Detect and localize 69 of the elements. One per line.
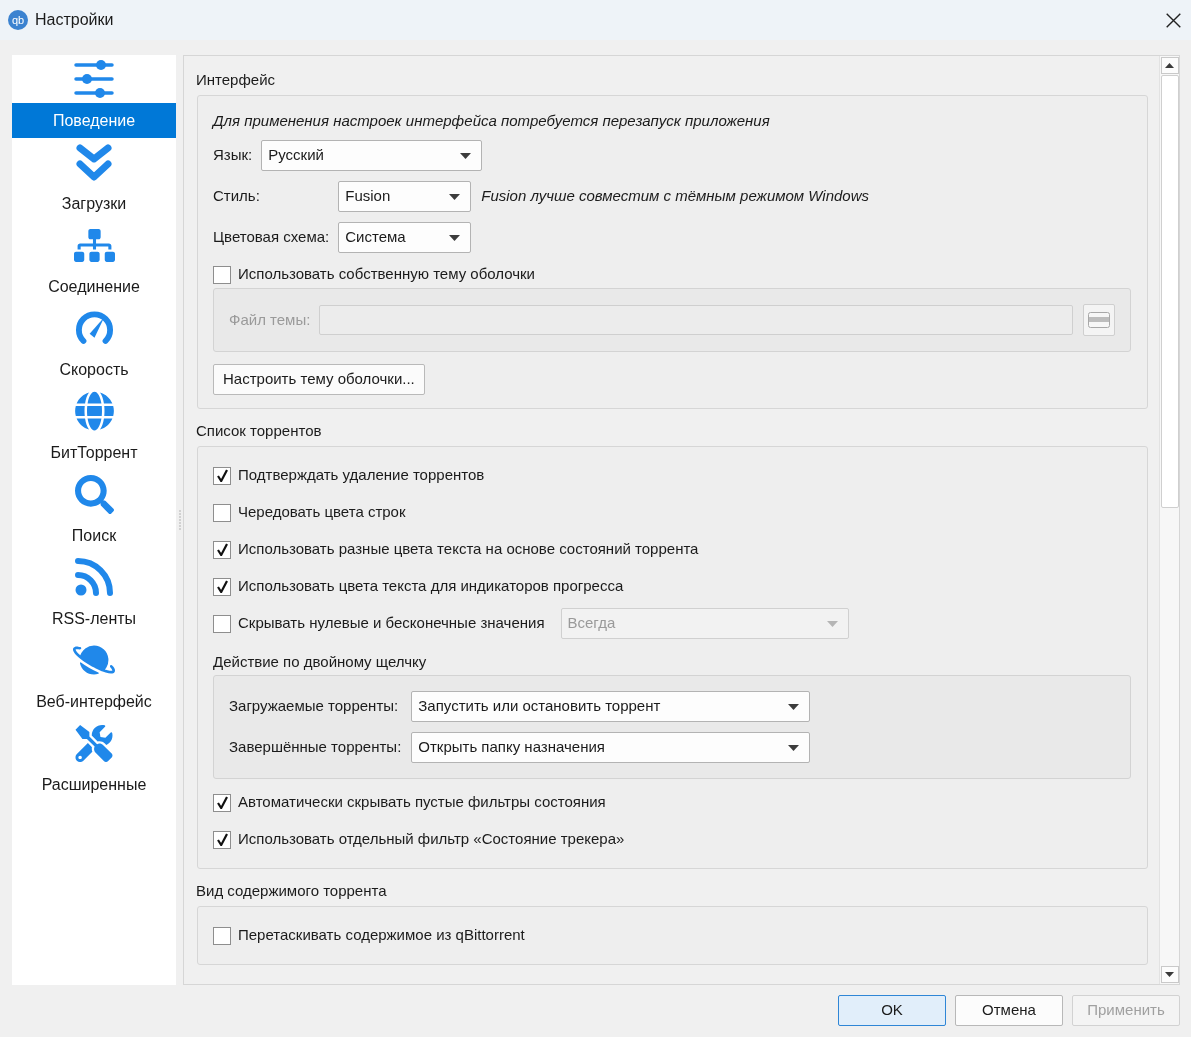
section-title: Интерфейс: [196, 70, 276, 90]
dialog-button[interactable]: OK: [838, 995, 946, 1026]
check-icon: [216, 796, 228, 809]
dropdown[interactable]: Система: [338, 222, 472, 253]
field-label: Завершённые торренты:: [229, 737, 402, 758]
dropdown[interactable]: Русский: [261, 140, 483, 171]
panel-icon: [1088, 312, 1110, 328]
browse-button[interactable]: [1083, 304, 1115, 336]
up-arrow-icon: [1165, 63, 1174, 68]
tools-icon: [74, 724, 114, 762]
check-icon: [216, 469, 228, 482]
checkbox-label: Скрывать нулевые и бесконечные значения: [238, 613, 545, 634]
sidebar-item[interactable]: Поведение: [12, 103, 176, 138]
field-label: Цветовая схема:: [213, 227, 330, 248]
field-label: Язык:: [213, 145, 253, 166]
caret-icon: [449, 234, 461, 241]
caret-icon: [788, 703, 800, 710]
hint-text: Fusion лучше совместим с тёмным режимом Windows: [481, 186, 869, 207]
caret-icon: [826, 620, 838, 627]
search-icon: [74, 474, 114, 514]
down-arrow-icon: [1165, 972, 1174, 977]
sliders-icon: [74, 60, 114, 98]
customize-button[interactable]: Настроить тему оболочки...: [213, 364, 425, 395]
scrollbar-thumb[interactable]: [1160, 75, 1179, 508]
checkbox-label: Использовать цвета текста для индикаторов прогресса: [238, 576, 624, 597]
window-title: Настройки: [35, 10, 114, 30]
check-icon: [216, 833, 228, 846]
checkbox-label: Чередовать цвета строк: [238, 502, 406, 523]
close-icon[interactable]: [1166, 12, 1181, 28]
dropdown[interactable]: Запустить или остановить торрент: [411, 691, 811, 722]
sitemap-icon: [73, 228, 115, 262]
caret-icon: [449, 193, 461, 200]
checkbox[interactable]: [213, 577, 231, 596]
globe-icon: [74, 391, 114, 431]
dialog-button[interactable]: Отмена: [955, 995, 1063, 1026]
checkbox-label: Перетаскивать содержимое из qBittorrent: [238, 925, 525, 946]
subsection-title: Действие по двойному щелчку: [213, 653, 428, 671]
dropdown[interactable]: Fusion: [338, 181, 472, 212]
checkbox-label: Использовать отдельный фильтр «Состояние трекера»: [238, 829, 625, 850]
double-chevron-icon: [76, 143, 112, 181]
gauge-icon: [74, 309, 114, 347]
dropdown[interactable]: Открыть папку назначения: [411, 732, 811, 763]
checkbox-label: Использовать собственную тему оболочки: [238, 264, 535, 285]
checkbox-label: Автоматически скрывать пустые фильтры состояния: [238, 792, 606, 813]
checkbox[interactable]: [213, 614, 231, 633]
checkbox[interactable]: [213, 540, 231, 559]
rss-icon: [74, 557, 114, 597]
checkbox-label: Использовать разные цвета текста на основе состояний торрента: [238, 539, 699, 560]
checkbox[interactable]: [213, 926, 231, 945]
checkbox[interactable]: [213, 503, 231, 522]
field-label: Файл темы:: [229, 309, 311, 330]
check-icon: [216, 543, 228, 556]
scroll-up-button[interactable]: [1160, 57, 1179, 74]
checkbox[interactable]: [213, 793, 231, 812]
caret-icon: [788, 744, 800, 751]
notice-text: Для применения настроек интерфейса потребуется перезапуск приложения: [213, 111, 771, 131]
app-logo: qb: [8, 10, 28, 30]
field-label: Стиль:: [213, 186, 261, 207]
caret-icon: [460, 152, 472, 159]
checkbox[interactable]: [213, 466, 231, 485]
scrollbar[interactable]: [1159, 56, 1179, 984]
checkbox[interactable]: [213, 830, 231, 849]
checkbox[interactable]: [213, 265, 231, 284]
scroll-down-button[interactable]: [1160, 966, 1179, 983]
section-title: Список торрентов: [196, 421, 323, 441]
field-label: Загружаемые торренты:: [229, 696, 400, 717]
check-icon: [216, 580, 228, 593]
section-title: Вид содержимого торрента: [196, 881, 388, 901]
checkbox-label: Подтверждать удаление торрентов: [238, 465, 485, 486]
